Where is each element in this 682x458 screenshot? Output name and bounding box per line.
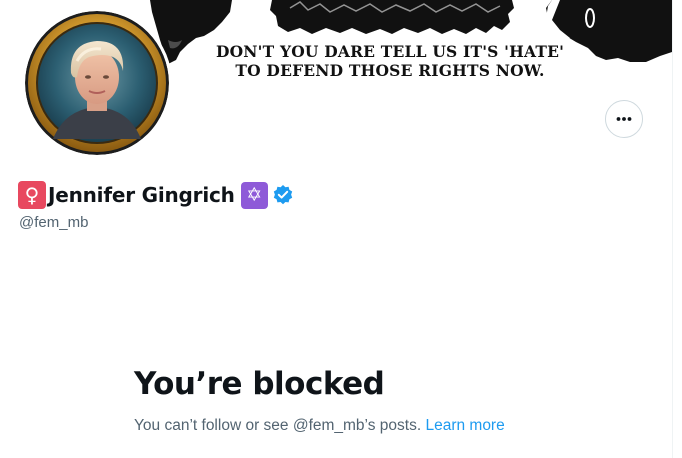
blocked-message-text: You can’t follow or see @fem_mb’s posts. <box>134 417 422 434</box>
profile-page: DON'T YOU DARE TELL US IT'S 'HATE' TO DE… <box>0 0 682 458</box>
column-divider <box>672 0 673 458</box>
blocked-message: You can’t follow or see @fem_mb’s posts.… <box>134 417 505 435</box>
profile-handle: @fem_mb <box>19 214 89 231</box>
banner-line-2: TO DEFEND THOSE RIGHTS NOW. <box>235 61 545 80</box>
more-options-button[interactable] <box>605 100 643 138</box>
verified-badge-icon[interactable] <box>272 184 294 206</box>
banner-text: DON'T YOU DARE TELL US IT'S 'HATE' TO DE… <box>200 42 580 80</box>
female-sign-emoji: ♀ <box>18 181 46 209</box>
avatar-image <box>25 11 169 155</box>
more-horizontal-icon <box>616 117 632 121</box>
display-name: Jennifer Gingrich <box>48 183 235 207</box>
star-of-david-emoji: ✡ <box>240 181 268 209</box>
blocked-title: You’re blocked <box>134 366 385 402</box>
avatar[interactable] <box>22 8 172 158</box>
profile-name-row: ♀ Jennifer Gingrich ✡ <box>18 181 294 209</box>
banner-line-1: DON'T YOU DARE TELL US IT'S 'HATE' <box>215 42 565 61</box>
learn-more-link[interactable]: Learn more <box>425 417 504 434</box>
